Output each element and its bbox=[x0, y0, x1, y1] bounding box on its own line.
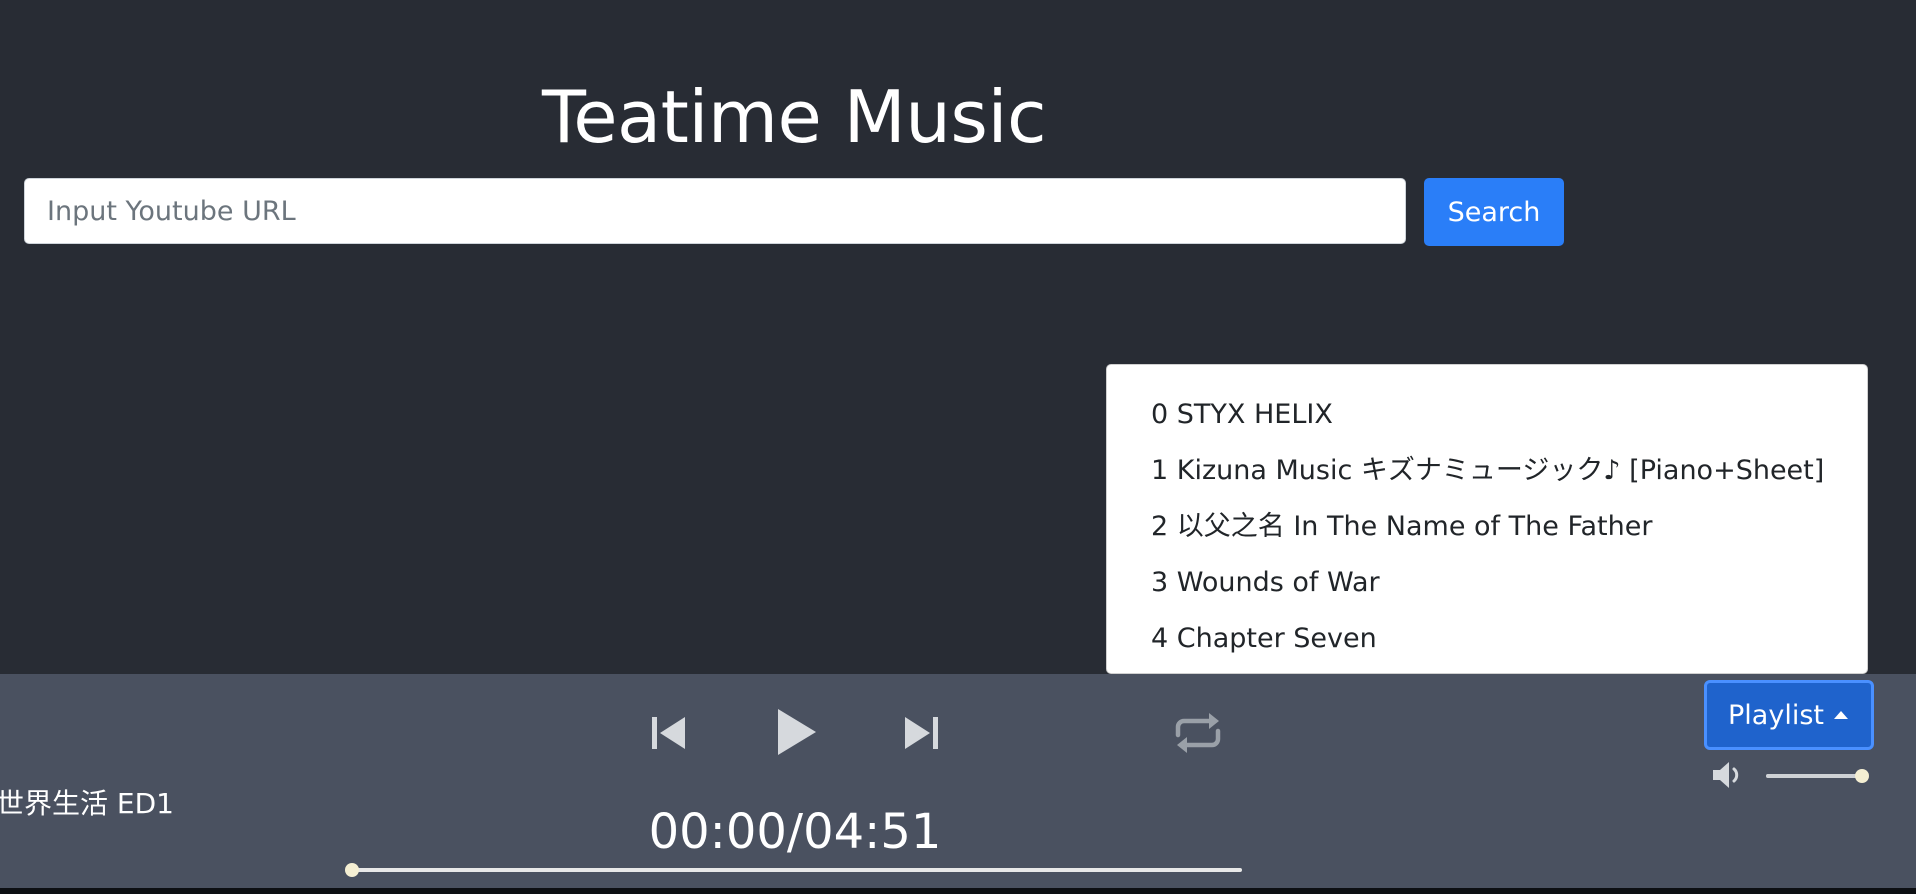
volume-thumb[interactable] bbox=[1855, 769, 1869, 783]
repeat-icon bbox=[1175, 713, 1221, 753]
app-title: Teatime Music bbox=[541, 75, 1047, 159]
playlist-button-label: Playlist bbox=[1728, 699, 1824, 731]
playlist-item[interactable]: 0 STYX HELIX bbox=[1107, 387, 1867, 443]
playlist-button[interactable]: Playlist bbox=[1704, 680, 1874, 750]
time-display: 00:00/04:51 bbox=[648, 804, 942, 860]
progress-thumb[interactable] bbox=[345, 863, 359, 877]
repeat-button[interactable] bbox=[1170, 708, 1226, 758]
playlist-item[interactable]: 1 Kizuna Music キズナミュージック♪ [Piano+Sheet] bbox=[1107, 443, 1867, 499]
skip-previous-icon bbox=[652, 717, 685, 749]
bottom-strip bbox=[0, 888, 1916, 894]
playlist-item[interactable]: 4 Chapter Seven bbox=[1107, 611, 1867, 667]
volume-slider[interactable] bbox=[1766, 769, 1869, 783]
volume-icon[interactable] bbox=[1710, 758, 1746, 792]
progress-slider[interactable] bbox=[345, 863, 1242, 877]
youtube-url-input[interactable] bbox=[24, 178, 1406, 244]
playlist-item[interactable]: 2 以父之名 In The Name of The Father bbox=[1107, 499, 1867, 555]
caret-up-icon bbox=[1833, 711, 1848, 719]
volume-fill bbox=[1766, 774, 1862, 778]
playlist-dropdown: 0 STYX HELIX 1 Kizuna Music キズナミュージック♪ [… bbox=[1106, 364, 1868, 674]
now-playing-title: 世界生活 ED1 bbox=[0, 787, 174, 820]
play-button[interactable] bbox=[768, 700, 824, 764]
playlist-item[interactable]: 3 Wounds of War bbox=[1107, 555, 1867, 611]
skip-next-icon bbox=[905, 717, 938, 749]
previous-button[interactable] bbox=[644, 708, 694, 758]
next-button[interactable] bbox=[896, 708, 946, 758]
play-icon bbox=[778, 709, 816, 755]
search-button[interactable]: Search bbox=[1424, 178, 1564, 246]
